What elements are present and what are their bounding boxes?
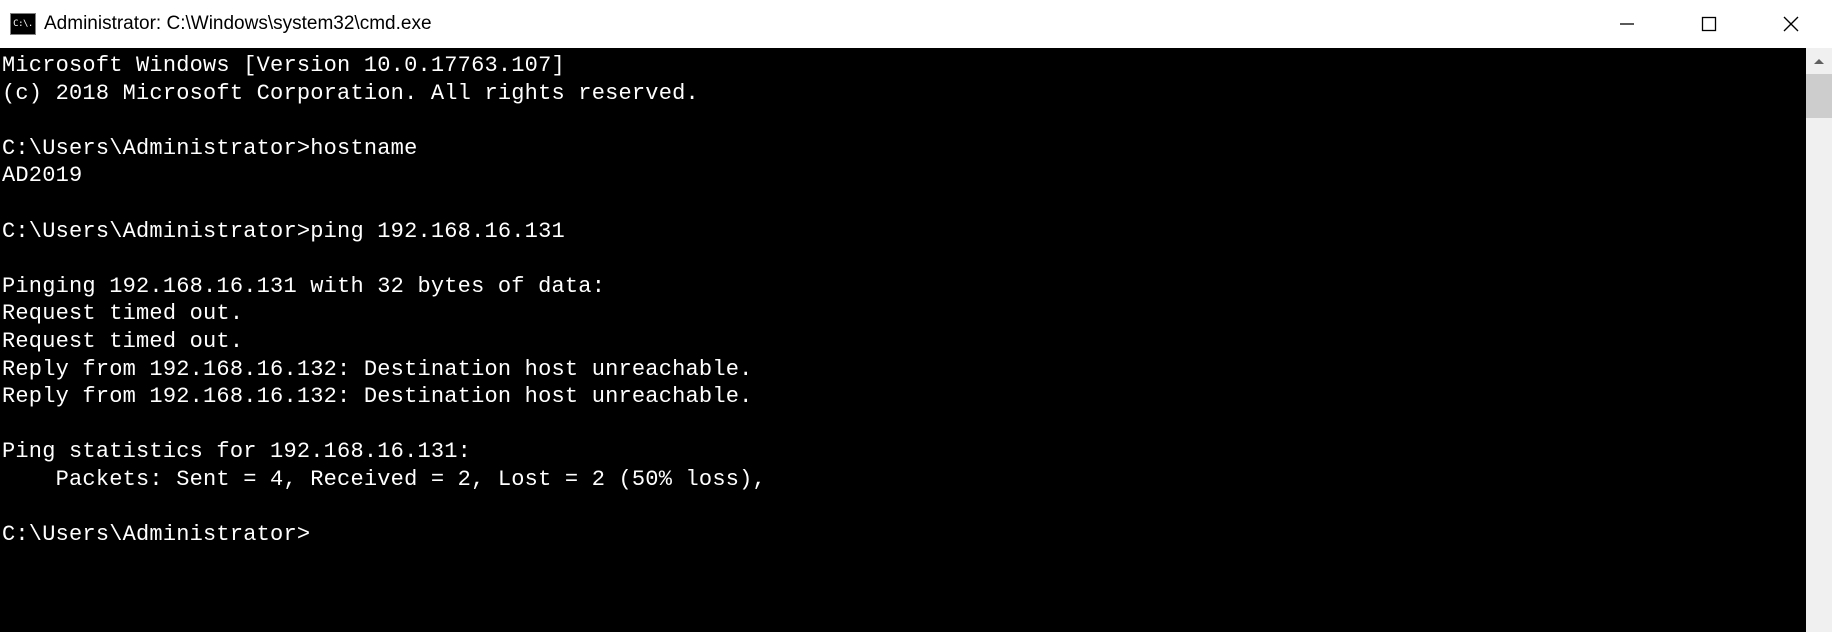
minimize-icon xyxy=(1619,16,1635,32)
window-titlebar: C:\. Administrator: C:\Windows\system32\… xyxy=(0,0,1832,48)
cmd-icon-label: C:\. xyxy=(13,20,33,29)
close-icon xyxy=(1783,16,1799,32)
vertical-scrollbar[interactable] xyxy=(1806,48,1832,632)
scroll-thumb[interactable] xyxy=(1806,74,1832,118)
terminal-wrapper: Microsoft Windows [Version 10.0.17763.10… xyxy=(0,48,1832,632)
terminal-output[interactable]: Microsoft Windows [Version 10.0.17763.10… xyxy=(0,48,1806,632)
cmd-icon: C:\. xyxy=(10,13,36,35)
window-title: Administrator: C:\Windows\system32\cmd.e… xyxy=(44,13,432,35)
window-controls xyxy=(1586,0,1832,48)
maximize-icon xyxy=(1701,16,1717,32)
minimize-button[interactable] xyxy=(1586,0,1668,48)
maximize-button[interactable] xyxy=(1668,0,1750,48)
close-button[interactable] xyxy=(1750,0,1832,48)
scroll-up-button[interactable] xyxy=(1806,48,1832,74)
